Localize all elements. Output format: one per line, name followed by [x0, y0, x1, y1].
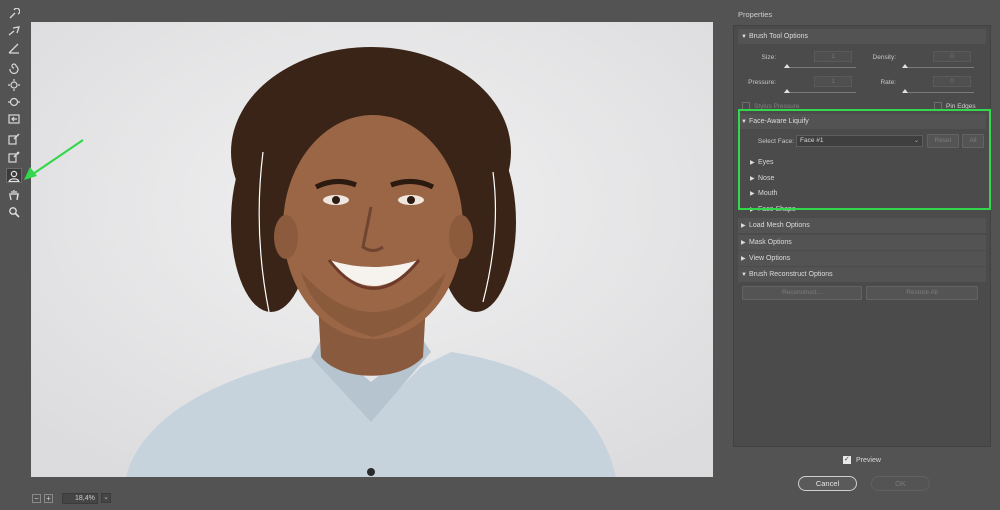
thaw-mask-icon — [8, 150, 20, 163]
section-label: Brush Tool Options — [749, 33, 809, 40]
pressure-label: Pressure: — [748, 79, 776, 86]
restore-all-button[interactable]: Restore All — [866, 286, 978, 300]
tool-panel — [0, 0, 28, 510]
section-label: Load Mesh Options — [749, 222, 810, 229]
expanded-triangle-icon: ▼ — [741, 33, 747, 40]
pucker-tool[interactable] — [6, 77, 22, 92]
hand-tool[interactable] — [6, 187, 22, 202]
density-slider-thumb[interactable] — [902, 64, 908, 68]
freeze-mask-icon — [8, 132, 20, 145]
ok-button[interactable]: OK — [871, 476, 930, 491]
properties-title: Properties — [738, 10, 773, 19]
reconstruct-tool[interactable] — [6, 23, 22, 38]
rate-slider-thumb[interactable] — [902, 89, 908, 93]
reconstruct-icon — [8, 25, 20, 36]
portrait-photo[interactable] — [31, 22, 713, 477]
section-label: View Options — [749, 255, 791, 262]
properties-content: ▼ Brush Tool Options Size: 1 Density: 0 … — [733, 25, 991, 447]
properties-panel: Properties ▼ Brush Tool Options Size: 1 … — [733, 7, 991, 447]
pucker-icon — [8, 78, 20, 91]
density-field[interactable]: 0 — [933, 51, 971, 62]
size-slider[interactable] — [784, 64, 856, 68]
rate-slider[interactable] — [902, 89, 974, 93]
magnifier-icon — [9, 206, 20, 218]
annotation-arrow — [24, 139, 84, 180]
hand-icon — [9, 189, 19, 200]
zoom-dropdown-button[interactable]: ⌄ — [101, 493, 111, 503]
zoom-tool[interactable] — [6, 204, 22, 219]
zoom-out-button[interactable]: − — [32, 493, 41, 503]
pressure-slider[interactable] — [784, 89, 856, 93]
push-left-icon — [8, 113, 20, 124]
density-label: Density: — [872, 54, 896, 61]
density-slider[interactable] — [902, 64, 974, 68]
smooth-tool[interactable] — [6, 40, 22, 55]
face-icon — [8, 170, 20, 182]
twirl-tool[interactable] — [6, 60, 22, 75]
collapsed-triangle-icon: ▶ — [741, 240, 746, 246]
load-mesh-options-header[interactable]: ▶ Load Mesh Options — [738, 218, 986, 233]
bloat-icon — [8, 97, 20, 106]
collapsed-triangle-icon: ▶ — [741, 223, 746, 229]
brush-tool-options-header[interactable]: ▼ Brush Tool Options — [738, 29, 986, 44]
pressure-field[interactable]: 1 — [814, 76, 852, 87]
preview-label: Preview — [856, 457, 881, 464]
preview-checkbox[interactable] — [843, 455, 851, 464]
size-slider-thumb[interactable] — [784, 64, 790, 68]
size-field[interactable]: 1 — [814, 51, 852, 62]
section-label: Brush Reconstruct Options — [749, 271, 833, 278]
rate-label: Rate: — [880, 79, 896, 86]
reconstruct-button[interactable]: Reconstruct... — [742, 286, 862, 300]
pressure-slider-thumb[interactable] — [784, 89, 790, 93]
twirl-icon — [9, 62, 19, 74]
mask-options-header[interactable]: ▶ Mask Options — [738, 235, 986, 250]
section-label: Mask Options — [749, 239, 792, 246]
canvas-area: − + 18,4% ⌄ — [28, 0, 725, 510]
cancel-button[interactable]: Cancel — [798, 476, 857, 491]
zoom-controls: − + 18,4% ⌄ — [32, 492, 111, 504]
zoom-in-button[interactable]: + — [44, 493, 53, 503]
warp-icon — [9, 7, 20, 18]
brush-reconstruct-options-header[interactable]: ▼ Brush Reconstruct Options — [738, 267, 986, 282]
forward-warp-tool[interactable] — [6, 6, 22, 21]
zoom-level-field[interactable]: 18,4% — [62, 492, 98, 504]
push-left-tool[interactable] — [6, 111, 22, 126]
smooth-icon — [8, 43, 19, 54]
bloat-tool[interactable] — [6, 94, 22, 109]
rate-field[interactable]: 0 — [933, 76, 971, 87]
size-label: Size: — [761, 54, 776, 61]
view-options-header[interactable]: ▶ View Options — [738, 251, 986, 266]
face-aware-highlight-box — [738, 109, 991, 210]
collapsed-triangle-icon: ▶ — [741, 256, 746, 262]
expanded-triangle-icon: ▼ — [741, 271, 747, 278]
